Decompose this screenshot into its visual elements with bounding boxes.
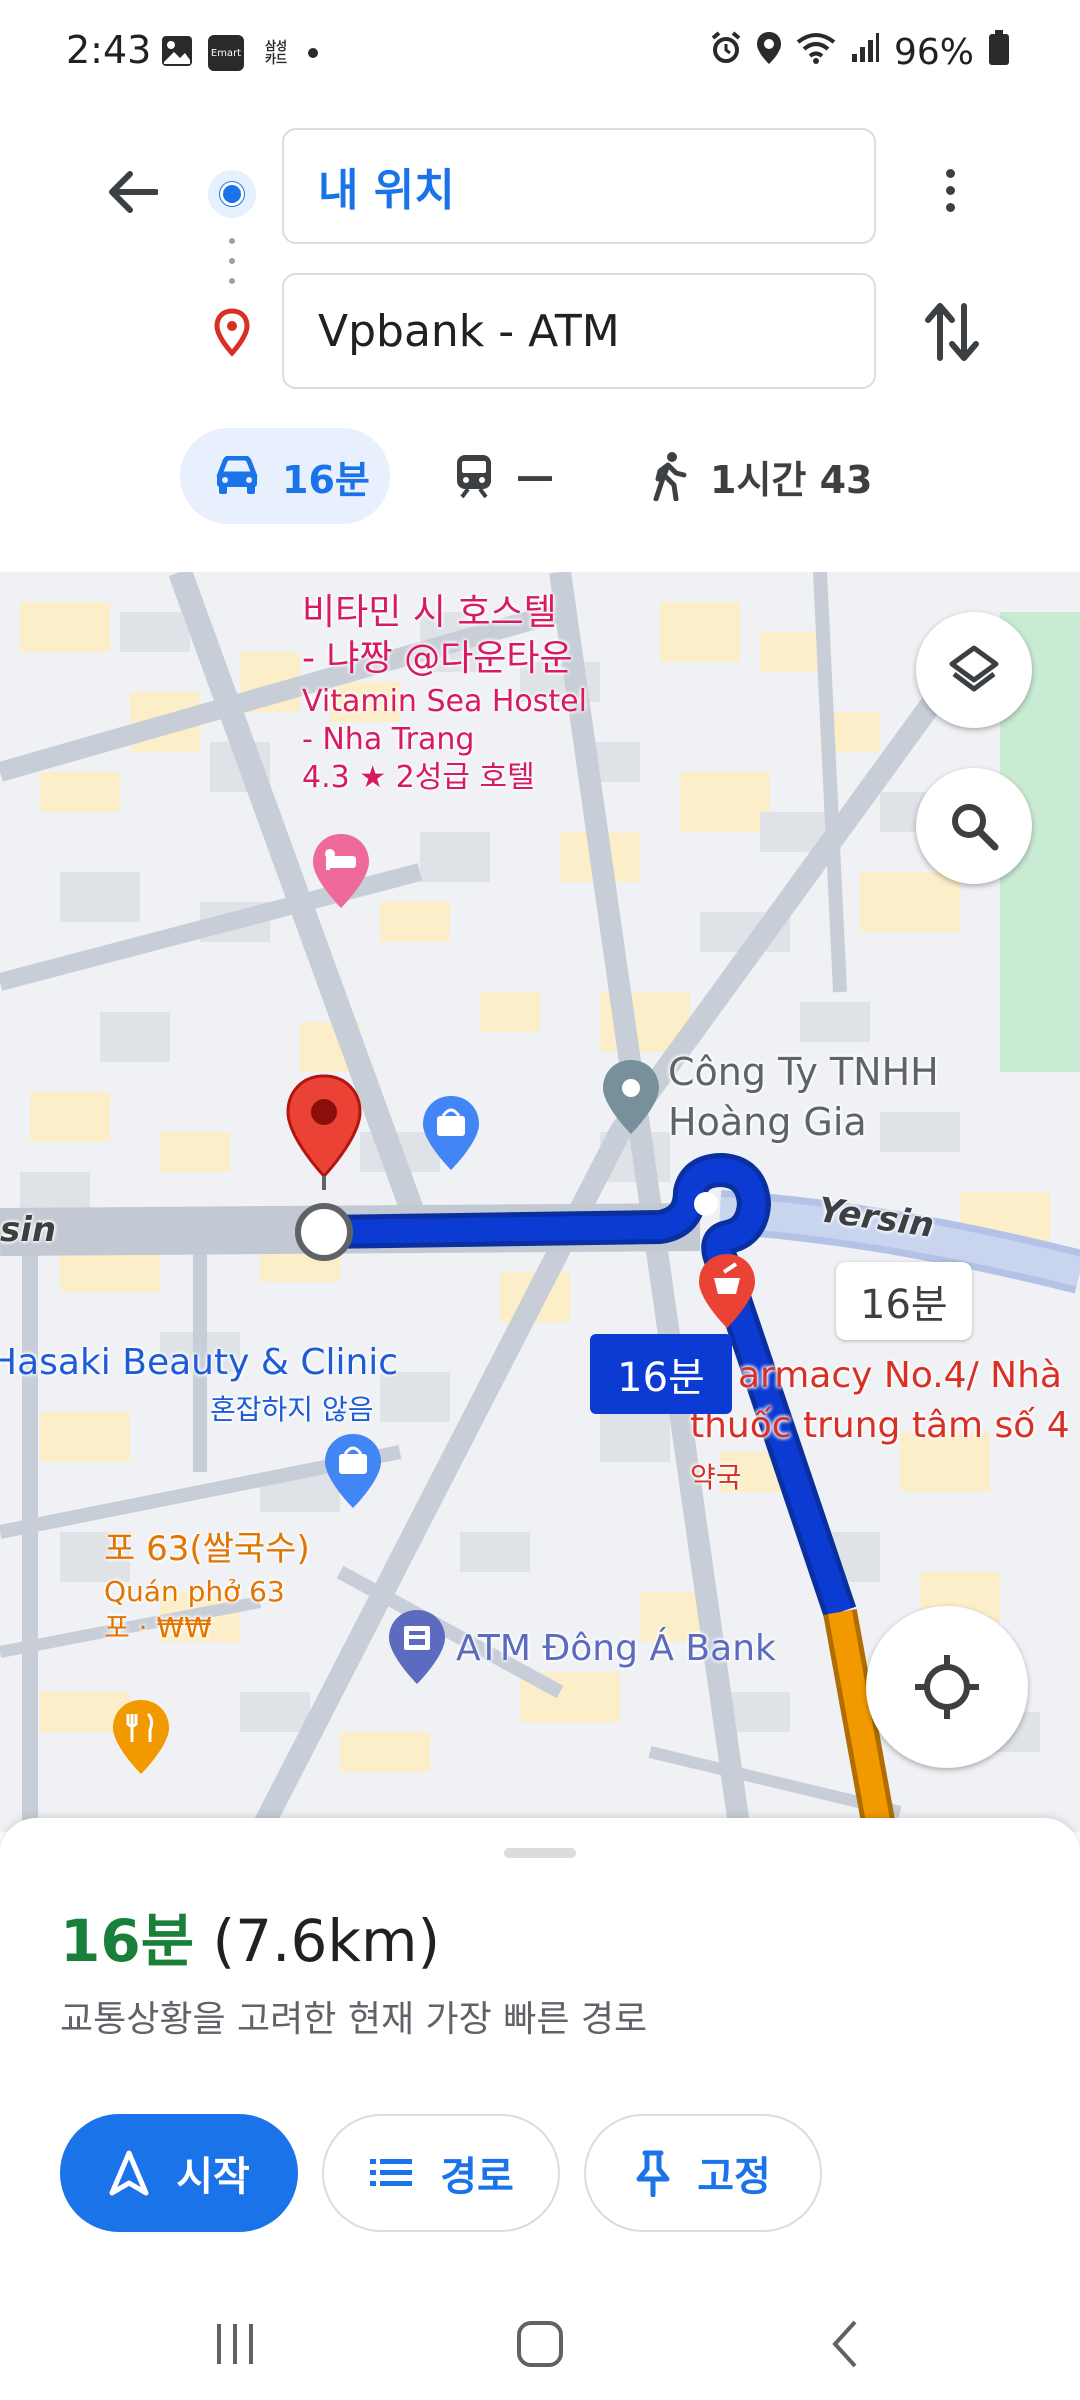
- pho-name-vi: Quán phở 63: [104, 1575, 285, 1608]
- more-options-button[interactable]: [920, 158, 980, 222]
- pin-label: 고정: [697, 2154, 771, 2200]
- arrow-back-icon: [109, 171, 158, 213]
- notification-icons: Emart 삼성 카드: [160, 34, 318, 72]
- pho-meta: 포 · ₩₩: [104, 1611, 212, 1644]
- emart-icon: Emart: [208, 35, 244, 71]
- back-nav-button[interactable]: [810, 2316, 880, 2372]
- route-summary-sheet[interactable]: 16분 (7.6km) 교통상황을 고려한 현재 가장 빠른 경로 시작 경로 …: [0, 1818, 1080, 2288]
- hostel-name-en-line1: Vitamin Sea Hostel: [302, 684, 587, 719]
- gallery-icon: [160, 34, 194, 72]
- alarm-icon: [710, 31, 742, 74]
- tab-transit[interactable]: —: [454, 428, 554, 524]
- samsung-card-icon: 삼성 카드: [264, 39, 288, 66]
- company-name-line2: Hoàng Gia: [668, 1100, 867, 1144]
- pharmacy-marker-icon: [699, 1254, 755, 1328]
- destination-pin-icon: [208, 305, 256, 361]
- restaurant-marker-icon: [113, 1700, 169, 1774]
- wifi-icon: [796, 32, 836, 73]
- place-marker-icon: [603, 1060, 659, 1134]
- hostel-rating: 4.3 ★ 2성급 호텔: [302, 760, 535, 795]
- car-icon: [216, 456, 258, 494]
- company-name-line1: Công Ty TNHH: [668, 1050, 939, 1094]
- route-connector: [229, 238, 235, 284]
- travel-mode-tabs: 16분 — 1시간 43: [0, 428, 1080, 524]
- swap-locations-button[interactable]: [920, 298, 984, 366]
- sheet-drag-handle[interactable]: [504, 1848, 576, 1858]
- start-label: 시작: [176, 2154, 250, 2200]
- back-chevron-icon: [832, 2320, 857, 2368]
- walking-time: 1시간 43: [710, 457, 873, 502]
- hotel-marker-icon: [313, 834, 369, 908]
- route-distance: (7.6km): [212, 1907, 441, 1975]
- location-icon: [756, 31, 782, 74]
- destination-marker-icon: [286, 1074, 362, 1190]
- atm-label: ATM Đông Á Bank: [456, 1628, 776, 1669]
- alt-route-eta-chip[interactable]: 16분: [836, 1262, 972, 1340]
- route-description: 교통상황을 고려한 현재 가장 빠른 경로: [60, 1999, 648, 2040]
- battery-text: 96%: [893, 32, 974, 73]
- shopping-marker-icon: [423, 1096, 479, 1170]
- hasaki-label: Hasaki Beauty & Clinic: [0, 1342, 399, 1383]
- walking-icon: [653, 452, 687, 501]
- route-eta-chip[interactable]: 16분: [590, 1334, 732, 1414]
- system-indicators: 96%: [710, 30, 1010, 75]
- route-summary: 16분 (7.6km): [60, 1894, 440, 1978]
- hostel-name-ko-line1: 비타민 시 호스텔: [302, 592, 557, 633]
- search-map-button[interactable]: [916, 768, 1032, 884]
- tab-driving[interactable]: 16분: [180, 428, 390, 524]
- hasaki-status: 혼잡하지 않음: [210, 1393, 374, 1426]
- status-time: 2:43: [66, 28, 152, 72]
- route-duration: 16분: [60, 1907, 195, 1975]
- dot-icon: [308, 48, 318, 58]
- shopping-marker-icon: [325, 1434, 381, 1508]
- atm-marker-icon: [389, 1610, 445, 1684]
- train-icon: [457, 455, 491, 499]
- status-bar: 2:43 Emart 삼성 카드 96%: [0, 0, 1080, 100]
- origin-input[interactable]: 내 위치: [282, 128, 876, 244]
- map-view[interactable]: 비타민 시 호스텔 - 냐짱 @다운타운 Vitamin Sea Hostel …: [0, 572, 1080, 1832]
- back-button[interactable]: [100, 160, 164, 224]
- pin-icon: [636, 2150, 670, 2197]
- swap-vertical-icon: [925, 303, 979, 361]
- pho-name-ko: 포 63(쌀국수): [104, 1529, 310, 1569]
- tab-walking[interactable]: 1시간 43: [652, 428, 872, 524]
- hostel-name-ko-line2: - 냐짱 @다운타운: [302, 638, 573, 679]
- signal-icon: [850, 32, 880, 73]
- home-icon: [517, 2321, 563, 2367]
- recent-apps-icon: [217, 2324, 253, 2364]
- hostel-name-en-line2: - Nha Trang: [302, 722, 475, 757]
- home-button[interactable]: [505, 2316, 575, 2372]
- recenter-button[interactable]: [866, 1606, 1028, 1768]
- layers-icon: [949, 645, 999, 692]
- battery-icon: [988, 30, 1010, 75]
- steps-label: 경로: [440, 2154, 514, 2200]
- driving-time: 16분: [282, 457, 370, 502]
- my-location-icon: [915, 1655, 979, 1719]
- route-steps-button[interactable]: 경로: [322, 2114, 560, 2232]
- pharmacy-type: 약국: [690, 1461, 742, 1494]
- start-navigation-button[interactable]: 시작: [60, 2114, 298, 2232]
- pharmacy-name-line1: armacy No.4/ Nhà: [738, 1355, 1062, 1396]
- my-location-dot-icon: [208, 170, 256, 218]
- recent-apps-button[interactable]: [200, 2316, 270, 2372]
- pharmacy-name-line2: thuốc trung tâm số 4: [690, 1405, 1070, 1446]
- pin-route-button[interactable]: 고정: [584, 2114, 822, 2232]
- system-navigation-bar: [0, 2288, 1080, 2400]
- search-icon: [952, 804, 999, 851]
- layers-button[interactable]: [916, 612, 1032, 728]
- destination-input[interactable]: Vpbank - ATM: [282, 273, 876, 389]
- navigation-arrow-icon: [109, 2150, 149, 2196]
- transit-time: —: [516, 454, 554, 498]
- list-icon: [370, 2159, 413, 2186]
- road-label-yersin-left: sin: [0, 1210, 57, 1250]
